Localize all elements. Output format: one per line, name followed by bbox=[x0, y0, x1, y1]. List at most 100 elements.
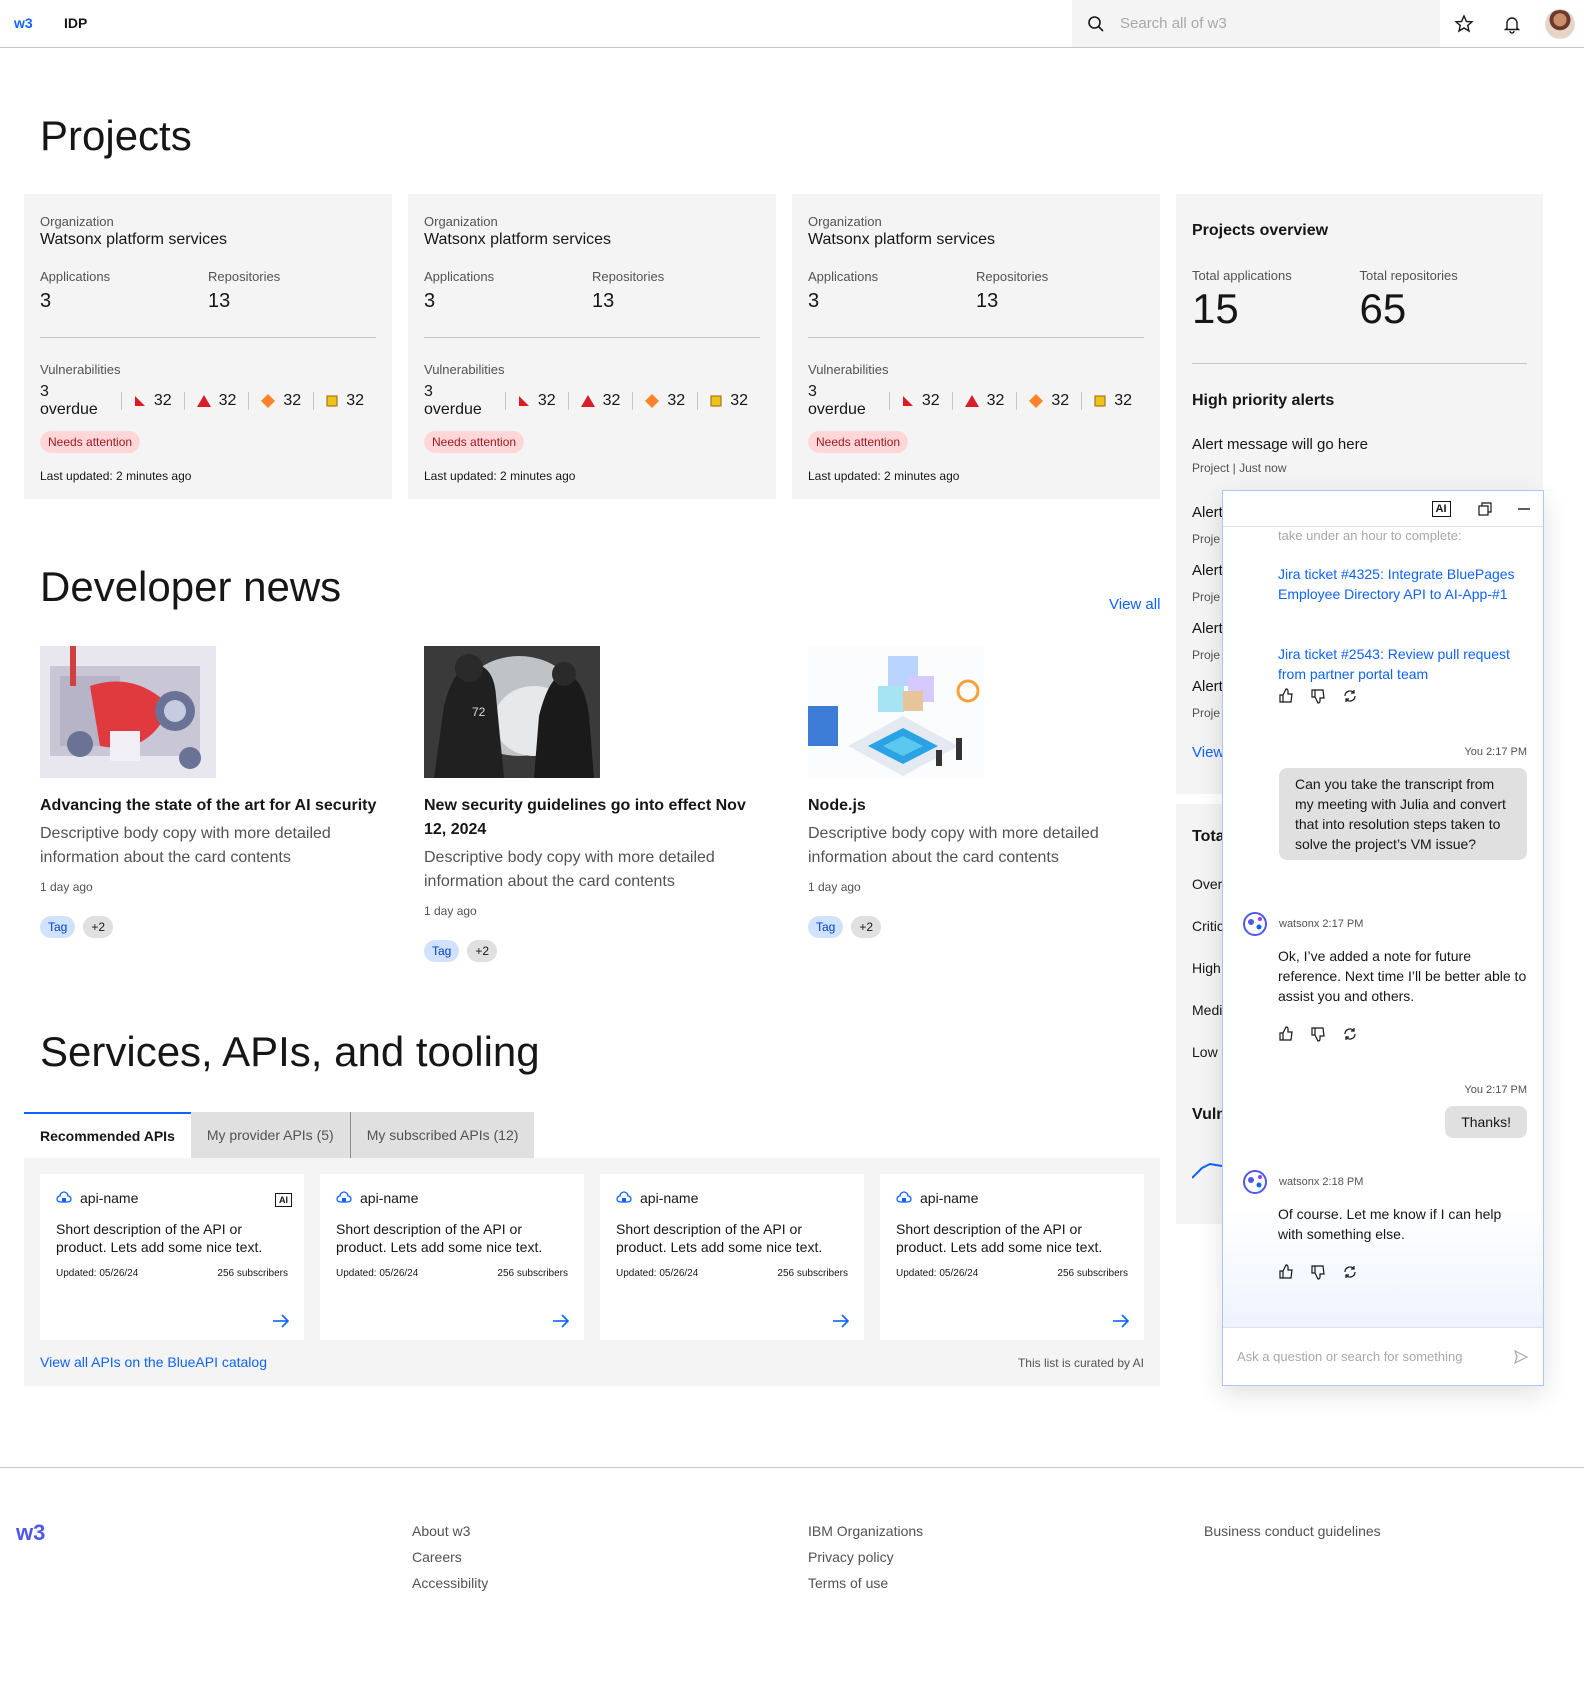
news-age: 1 day ago bbox=[424, 904, 477, 918]
overview-row: Medi bbox=[1192, 1002, 1223, 1018]
popout-icon[interactable] bbox=[1473, 497, 1497, 521]
news-title[interactable]: Advancing the state of the art for AI se… bbox=[40, 794, 380, 818]
tab-provider-apis[interactable]: My provider APIs (5) bbox=[190, 1112, 351, 1158]
notification-icon[interactable] bbox=[1488, 0, 1536, 47]
thumbs-up-icon[interactable] bbox=[1278, 688, 1294, 704]
chat-input[interactable] bbox=[1237, 1349, 1497, 1364]
critical-count: 32 bbox=[153, 392, 172, 409]
tag[interactable]: Tag bbox=[424, 940, 460, 962]
news-body: Descriptive body copy with more detailed… bbox=[424, 849, 715, 890]
apps-label: Applications bbox=[808, 269, 879, 284]
regenerate-icon[interactable] bbox=[1342, 688, 1358, 704]
low-severity-icon bbox=[710, 395, 722, 407]
divider bbox=[424, 337, 760, 338]
alert-meta: Proje bbox=[1192, 532, 1221, 546]
regenerate-icon[interactable] bbox=[1342, 1264, 1358, 1280]
alert-message[interactable]: Alert message will go here bbox=[1192, 436, 1527, 453]
alert-message[interactable]: Alert bbox=[1192, 678, 1223, 695]
api-cloud-icon bbox=[336, 1191, 352, 1203]
medium-severity-icon bbox=[261, 394, 276, 408]
medium-count: 32 bbox=[283, 392, 302, 409]
last-updated: Last updated: 2 minutes ago bbox=[40, 469, 192, 483]
api-card[interactable]: api-name Short description of the API or… bbox=[600, 1174, 864, 1340]
news-card[interactable]: Advancing the state of the art for AI se… bbox=[40, 646, 380, 938]
news-title[interactable]: Node.js bbox=[808, 794, 1148, 818]
news-card[interactable]: 72 New security guidelines go into effec… bbox=[424, 646, 764, 962]
app-name[interactable]: IDP bbox=[64, 15, 87, 31]
more-tags[interactable]: +2 bbox=[83, 916, 114, 938]
api-card[interactable]: api-name AI Short description of the API… bbox=[40, 1174, 304, 1340]
search-icon[interactable] bbox=[1072, 0, 1120, 47]
assistant-message: Ok, I’ve added a note for future referen… bbox=[1278, 948, 1527, 1004]
user-avatar[interactable] bbox=[1536, 0, 1584, 47]
view-all-alerts-link[interactable]: View bbox=[1192, 744, 1224, 761]
last-updated: Last updated: 2 minutes ago bbox=[424, 469, 576, 483]
overdue-count: 3 overdue bbox=[808, 383, 866, 418]
overview-row: Low bbox=[1192, 1044, 1218, 1060]
footer-column: IBM Organizations Privacy policy Terms o… bbox=[808, 1518, 923, 1596]
tab-recommended-apis[interactable]: Recommended APIs bbox=[24, 1112, 191, 1158]
tab-subscribed-apis[interactable]: My subscribed APIs (12) bbox=[350, 1112, 535, 1158]
high-count: 32 bbox=[602, 392, 621, 409]
news-image[interactable] bbox=[40, 646, 216, 778]
alert-meta: Proje bbox=[1192, 648, 1221, 662]
footer-link-conduct[interactable]: Business conduct guidelines bbox=[1204, 1518, 1381, 1544]
developer-news-title: Developer news bbox=[40, 563, 342, 610]
api-subscribers: 256 subscribers bbox=[497, 1268, 568, 1279]
api-description: Short description of the API or product.… bbox=[616, 1221, 823, 1255]
brand-logo[interactable]: w3 bbox=[14, 15, 33, 31]
api-card[interactable]: api-name Short description of the API or… bbox=[320, 1174, 584, 1340]
thumbs-down-icon[interactable] bbox=[1310, 1026, 1326, 1042]
footer-link-careers[interactable]: Careers bbox=[412, 1544, 488, 1570]
chat-header: AI bbox=[1223, 491, 1543, 527]
minimize-icon[interactable] bbox=[1512, 497, 1536, 521]
arrow-right-icon[interactable] bbox=[832, 1314, 850, 1328]
arrow-right-icon[interactable] bbox=[1112, 1314, 1130, 1328]
search-input[interactable] bbox=[1120, 15, 1420, 32]
view-all-news-link[interactable]: View all bbox=[1109, 596, 1160, 613]
project-card[interactable]: Organization Watsonx platform services A… bbox=[792, 194, 1160, 499]
total-repos-value: 65 bbox=[1359, 285, 1407, 332]
send-icon[interactable] bbox=[1513, 1349, 1529, 1365]
more-tags[interactable]: +2 bbox=[467, 940, 498, 962]
jira-link[interactable]: Jira ticket #2543: Review pull request f… bbox=[1278, 644, 1528, 684]
footer-link-terms[interactable]: Terms of use bbox=[808, 1570, 923, 1596]
avatar[interactable] bbox=[1545, 8, 1575, 39]
project-card[interactable]: Organization Watsonx platform services A… bbox=[24, 194, 392, 499]
news-title[interactable]: New security guidelines go into effect N… bbox=[424, 794, 764, 842]
vuln-label: Vulnerabilities bbox=[808, 362, 889, 377]
user-message: Thanks! bbox=[1445, 1106, 1527, 1138]
news-card[interactable]: Node.js Descriptive body copy with more … bbox=[808, 646, 1148, 938]
arrow-right-icon[interactable] bbox=[272, 1314, 290, 1328]
arrow-right-icon[interactable] bbox=[552, 1314, 570, 1328]
projects-title: Projects bbox=[40, 112, 192, 159]
tag[interactable]: Tag bbox=[40, 916, 76, 938]
footer-link-ibm-orgs[interactable]: IBM Organizations bbox=[808, 1518, 923, 1544]
tag[interactable]: Tag bbox=[808, 916, 844, 938]
project-card[interactable]: Organization Watsonx platform services A… bbox=[408, 194, 776, 499]
news-image[interactable]: 72 bbox=[424, 646, 600, 778]
api-card[interactable]: api-name Short description of the API or… bbox=[880, 1174, 1144, 1340]
footer-link-accessibility[interactable]: Accessibility bbox=[412, 1570, 488, 1596]
regenerate-icon[interactable] bbox=[1342, 1026, 1358, 1042]
thumbs-down-icon[interactable] bbox=[1310, 688, 1326, 704]
services-title: Services, APIs, and tooling bbox=[40, 1028, 540, 1075]
footer-link-privacy[interactable]: Privacy policy bbox=[808, 1544, 923, 1570]
more-tags[interactable]: +2 bbox=[851, 916, 882, 938]
api-catalog-link[interactable]: View all APIs on the BlueAPI catalog bbox=[40, 1354, 267, 1370]
alert-message[interactable]: Alert bbox=[1192, 504, 1223, 521]
thumbs-up-icon[interactable] bbox=[1278, 1026, 1294, 1042]
jira-link[interactable]: Jira ticket #4325: Integrate BluePages E… bbox=[1278, 564, 1528, 604]
thumbs-up-icon[interactable] bbox=[1278, 1264, 1294, 1280]
global-search[interactable] bbox=[1072, 0, 1440, 47]
footer-logo[interactable]: w3 bbox=[16, 1520, 45, 1546]
thumbs-down-icon[interactable] bbox=[1310, 1264, 1326, 1280]
alert-message[interactable]: Alert bbox=[1192, 562, 1223, 579]
star-icon[interactable] bbox=[1440, 0, 1488, 47]
user-message-meta: You 2:17 PM bbox=[1464, 1084, 1527, 1096]
footer-link-about[interactable]: About w3 bbox=[412, 1518, 488, 1544]
api-updated: Updated: 05/26/24 bbox=[616, 1268, 699, 1279]
alert-message[interactable]: Alert bbox=[1192, 620, 1223, 637]
news-image[interactable] bbox=[808, 646, 984, 778]
alert-meta: Proje bbox=[1192, 590, 1221, 604]
